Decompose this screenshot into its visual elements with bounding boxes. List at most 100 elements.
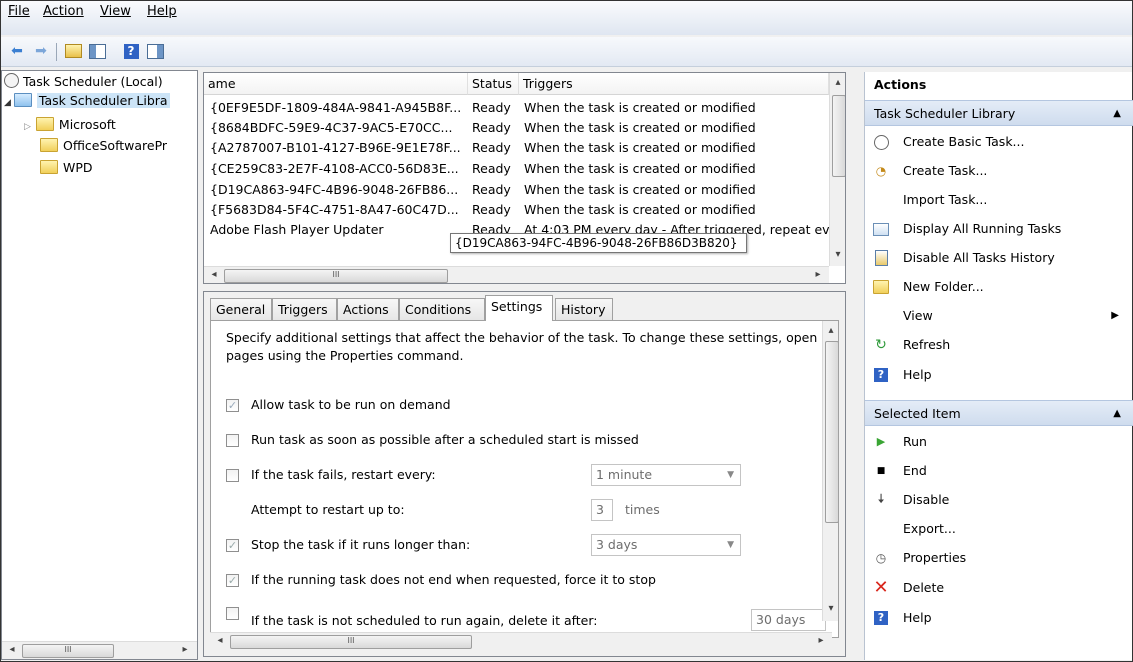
tab-settings[interactable]: Settings [485, 295, 553, 321]
history-log-icon [873, 250, 889, 266]
tree-folder-label: OfficeSoftwarePr [63, 138, 168, 153]
action-end[interactable]: ■ End [865, 458, 1133, 484]
restart-every-checkbox[interactable] [226, 469, 239, 482]
scroll-down-arrow-icon[interactable]: ▾ [830, 247, 845, 263]
menu-file[interactable]: File [8, 3, 30, 23]
scroll-up-arrow-icon[interactable]: ▴ [823, 323, 838, 339]
chevron-down-icon: ▼ [727, 470, 734, 480]
action-label: End [903, 463, 927, 478]
action-new-folder[interactable]: New Folder... [865, 274, 1133, 300]
back-arrow-icon[interactable]: ⬅ [7, 41, 27, 61]
action-label: Display All Running Tasks [903, 221, 1062, 236]
stop-longer-checkbox[interactable]: ✓ [226, 539, 239, 552]
restart-every-label: If the task fails, restart every: [251, 467, 436, 482]
refresh-icon: ↻ [875, 337, 887, 353]
scroll-thumb[interactable] [832, 95, 845, 177]
scroll-down-arrow-icon[interactable]: ▾ [823, 601, 838, 617]
scroll-left-arrow-icon[interactable]: ◂ [206, 267, 222, 283]
down-arrow-icon: 🠇 [877, 492, 885, 507]
task-name: Adobe Flash Player Updater [210, 222, 384, 237]
task-name: {D19CA863-94FC-4B96-9048-26FB86... [210, 182, 459, 197]
action-disable[interactable]: 🠇 Disable [865, 487, 1133, 513]
tree-library-label: Task Scheduler Libra [36, 93, 170, 108]
run-missed-checkbox[interactable] [226, 434, 239, 447]
toolbar-separator [56, 43, 57, 61]
action-display-running[interactable]: Display All Running Tasks [865, 216, 1133, 242]
up-folder-icon[interactable] [63, 41, 83, 61]
help-icon[interactable]: ? [121, 41, 141, 61]
delete-after-checkbox[interactable] [226, 607, 239, 620]
scroll-thumb[interactable]: III [224, 269, 448, 283]
tab-general[interactable]: General [210, 298, 272, 320]
scroll-thumb[interactable]: III [22, 644, 114, 658]
actions-title: Actions [874, 77, 927, 92]
show-hide-console-tree-icon[interactable] [87, 41, 107, 61]
task-trigger: When the task is created or modified [524, 120, 756, 135]
task-status: Ready [472, 182, 511, 197]
action-import-task[interactable]: Import Task... [865, 187, 1133, 213]
section-header-selected-item[interactable]: Selected Item ▲ [865, 400, 1133, 426]
action-label: Import Task... [903, 192, 988, 207]
action-run[interactable]: ▶ Run [865, 429, 1133, 455]
scroll-right-arrow-icon[interactable]: ▸ [177, 642, 193, 658]
column-header-triggers[interactable]: Triggers [519, 73, 829, 95]
detail-horizontal-scrollbar[interactable]: ◂ III ▸ [210, 632, 832, 650]
tab-history[interactable]: History [555, 298, 613, 320]
tree-root[interactable]: Task Scheduler (Local) [4, 73, 163, 91]
tab-actions[interactable]: Actions [337, 298, 399, 320]
action-disable-history[interactable]: Disable All Tasks History [865, 245, 1133, 271]
task-name: {CE259C83-2E7F-4108-ACC0-56D83E... [210, 161, 459, 176]
tab-conditions[interactable]: Conditions [399, 298, 485, 320]
scroll-left-arrow-icon[interactable]: ◂ [212, 633, 228, 649]
delete-after-dropdown[interactable]: 30 days [751, 609, 826, 631]
task-list-vertical-scrollbar[interactable]: ▴ ▾ [829, 73, 845, 266]
attempt-unit-label: times [625, 502, 660, 517]
collapsed-triangle-icon[interactable]: ▷ [24, 122, 31, 132]
restart-every-dropdown[interactable]: 1 minute ▼ [591, 464, 741, 486]
action-create-basic-task[interactable]: Create Basic Task... [865, 129, 1133, 155]
menu-action[interactable]: Action [43, 3, 84, 23]
action-help[interactable]: ? Help [865, 362, 1133, 388]
library-folder-icon [13, 93, 32, 107]
action-export[interactable]: Export... [865, 516, 1133, 542]
section-header-label: Task Scheduler Library [874, 106, 1016, 121]
action-help-selected[interactable]: ? Help [865, 605, 1133, 631]
scroll-thumb[interactable]: III [230, 635, 472, 649]
scroll-right-arrow-icon[interactable]: ▸ [813, 633, 829, 649]
scroll-thumb[interactable] [825, 341, 838, 523]
menu-help[interactable]: Help [147, 3, 177, 23]
action-create-task[interactable]: ◔ Create Task... [865, 158, 1133, 184]
wizard-icon [873, 134, 889, 150]
task-trigger: When the task is created or modified [524, 182, 756, 197]
scroll-up-arrow-icon[interactable]: ▴ [830, 75, 845, 91]
tree-horizontal-scrollbar[interactable]: ◂ III ▸ [2, 641, 197, 659]
show-hide-action-pane-icon[interactable] [145, 41, 165, 61]
action-label: Properties [903, 550, 967, 565]
task-list-horizontal-scrollbar[interactable]: ◂ III ▸ [204, 266, 829, 283]
menu-view[interactable]: View [100, 3, 131, 23]
task-name-tooltip: {D19CA863-94FC-4B96-9048-26FB86D3B820} [450, 233, 747, 253]
column-header-name[interactable]: ame [204, 73, 468, 95]
task-name: {8684BDFC-59E9-4C37-9AC5-E70CC... [210, 120, 453, 135]
allow-demand-checkbox[interactable]: ✓ [226, 399, 239, 412]
scroll-right-arrow-icon[interactable]: ▸ [810, 267, 826, 283]
task-status: Ready [472, 161, 511, 176]
tab-triggers[interactable]: Triggers [272, 298, 337, 320]
column-header-status[interactable]: Status [468, 73, 519, 95]
action-refresh[interactable]: ↻ Refresh [865, 332, 1133, 358]
force-stop-checkbox[interactable]: ✓ [226, 574, 239, 587]
section-header-library[interactable]: Task Scheduler Library ▲ [865, 100, 1133, 126]
tree-folder-wpd[interactable]: WPD [40, 159, 93, 177]
action-properties[interactable]: ◷ Properties [865, 545, 1133, 571]
attempt-restart-input[interactable]: 3 [591, 499, 613, 521]
scroll-left-arrow-icon[interactable]: ◂ [4, 642, 20, 658]
tree-folder-officesoftware[interactable]: OfficeSoftwarePr [40, 137, 167, 155]
expanded-triangle-icon[interactable]: ◢ [4, 98, 11, 108]
action-view[interactable]: View ▶ [865, 303, 1133, 329]
tree-library[interactable]: ◢ Task Scheduler Libra [4, 92, 197, 110]
settings-vertical-scrollbar[interactable]: ▴ ▾ [822, 321, 838, 621]
action-delete[interactable]: ✕ Delete [865, 575, 1133, 601]
forward-arrow-icon[interactable]: ➡ [31, 41, 51, 61]
stop-longer-dropdown[interactable]: 3 days ▼ [591, 534, 741, 556]
tree-folder-microsoft[interactable]: ▷ Microsoft [24, 116, 116, 134]
